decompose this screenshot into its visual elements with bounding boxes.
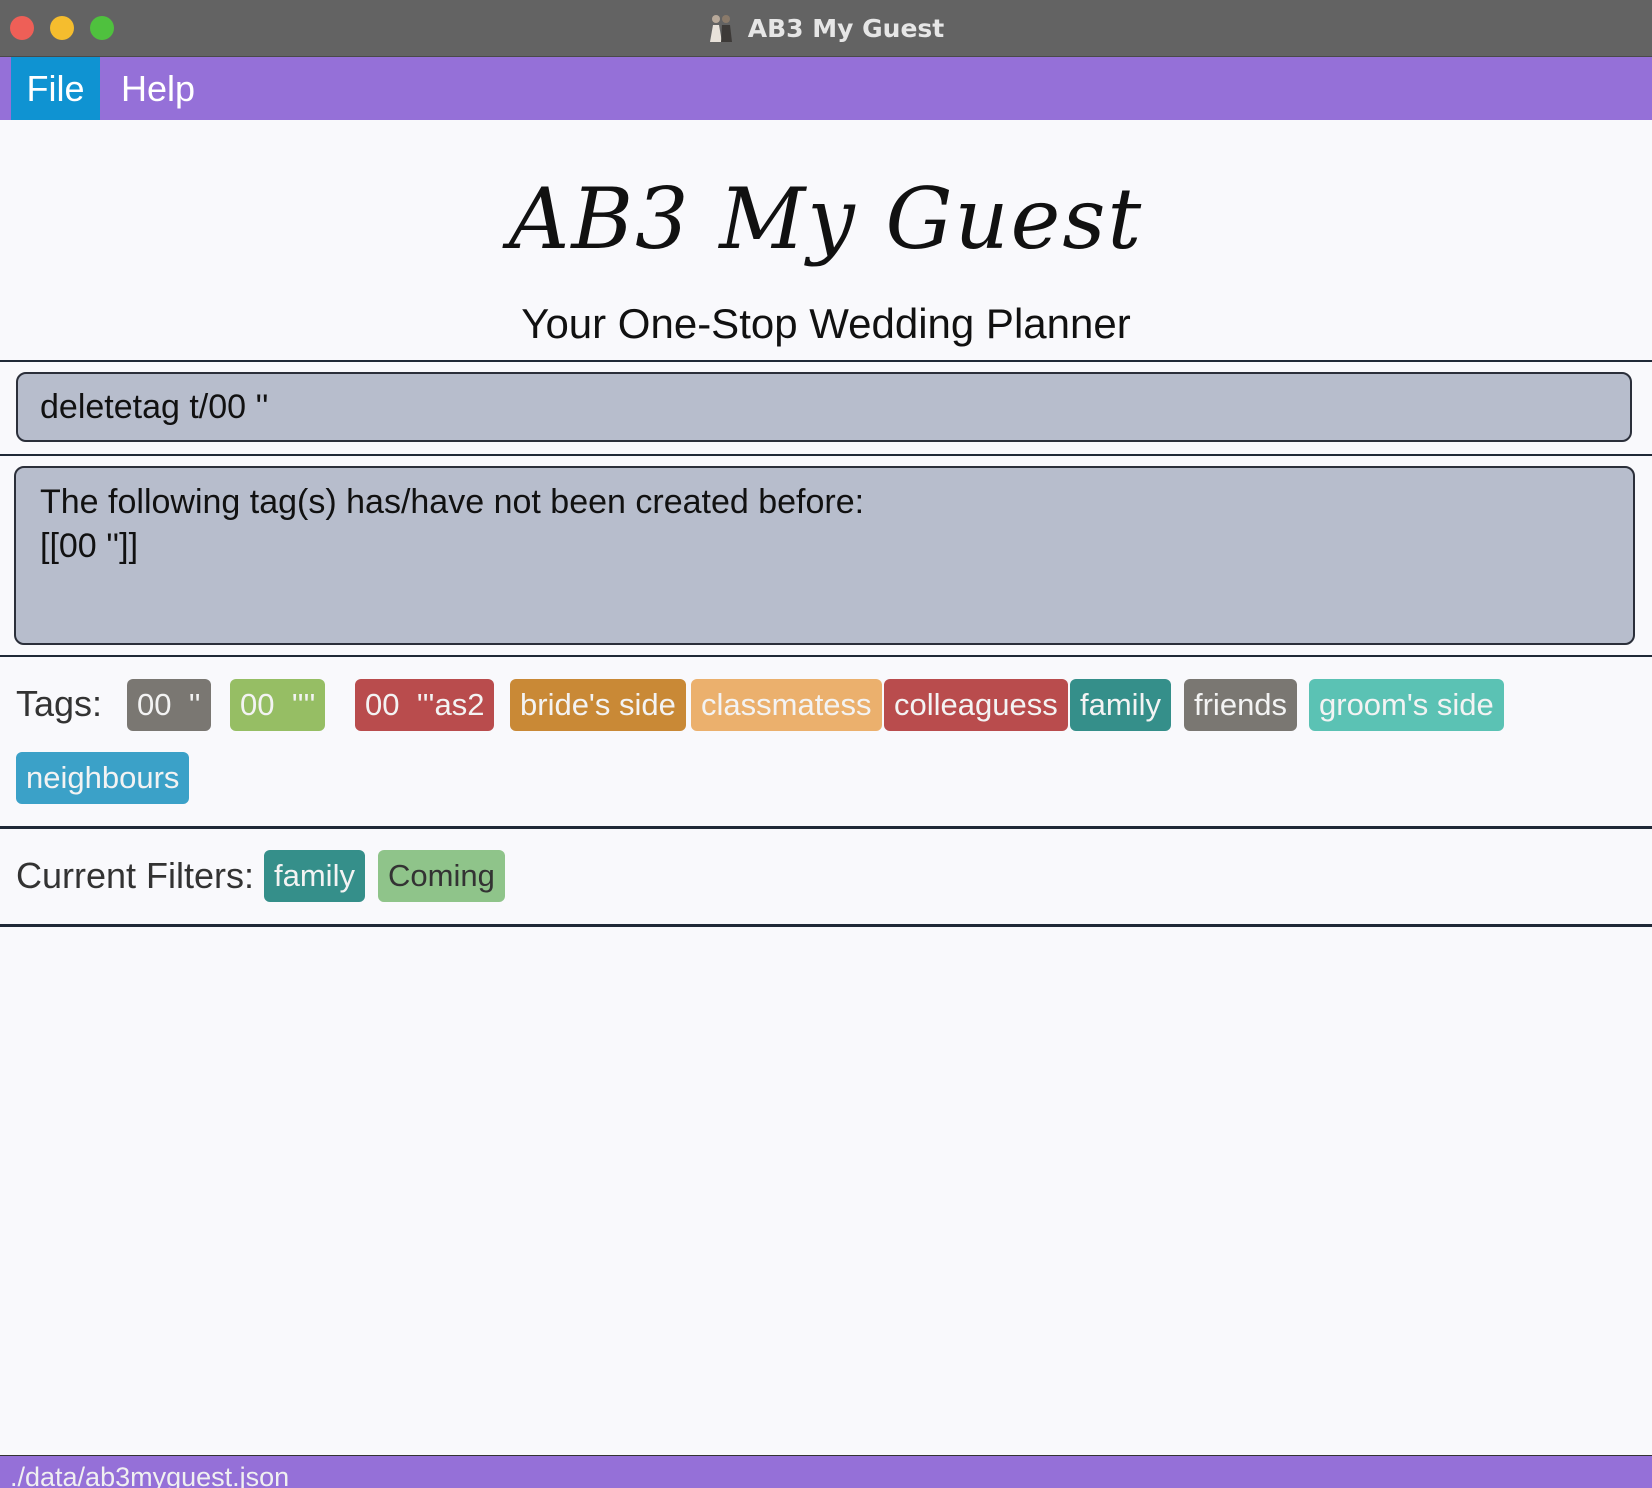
app-subtitle: Your One-Stop Wedding Planner bbox=[521, 300, 1131, 347]
status-bar: ./data/ab3myguest.json bbox=[0, 1455, 1652, 1488]
divider bbox=[0, 454, 1652, 456]
tag-chip[interactable]: family bbox=[1070, 679, 1171, 731]
tag-chip[interactable]: friends bbox=[1184, 679, 1298, 731]
tag-chip[interactable]: groom's side bbox=[1309, 679, 1504, 731]
menu-bar: File Help bbox=[0, 57, 1652, 120]
divider bbox=[0, 360, 1652, 362]
save-file-path: ./data/ab3myguest.json bbox=[10, 1462, 290, 1488]
tag-chip[interactable]: 00 '' bbox=[127, 679, 211, 731]
filter-chip[interactable]: family bbox=[264, 850, 365, 902]
tag-chip[interactable]: bride's side bbox=[510, 679, 686, 731]
app-window: AB3 My Guest File Help AB3 My Guest Your… bbox=[0, 0, 1652, 1488]
tag-chip[interactable]: 00 '''as2 bbox=[355, 679, 495, 731]
tag-chip[interactable]: colleaguess bbox=[884, 679, 1068, 731]
couple-icon bbox=[708, 13, 734, 43]
window-title: AB3 My Guest bbox=[747, 13, 945, 43]
guest-list-panel bbox=[0, 927, 1652, 1455]
window-title-wrap: AB3 My Guest bbox=[0, 0, 1652, 56]
divider bbox=[0, 655, 1652, 657]
command-input[interactable] bbox=[16, 372, 1632, 442]
app-logo: AB3 My Guest bbox=[508, 170, 1144, 268]
menu-file[interactable]: File bbox=[11, 57, 100, 120]
filters-label: Current Filters: bbox=[16, 855, 255, 896]
filter-chip[interactable]: Coming bbox=[378, 850, 505, 902]
tag-chip[interactable]: neighbours bbox=[16, 752, 190, 804]
tag-chip[interactable]: classmatess bbox=[691, 679, 882, 731]
result-display: The following tag(s) has/have not been c… bbox=[14, 466, 1635, 645]
title-bar: AB3 My Guest bbox=[0, 0, 1652, 57]
tag-chip[interactable]: 00 '''' bbox=[230, 679, 326, 731]
menu-help[interactable]: Help bbox=[121, 57, 195, 120]
tags-label: Tags: bbox=[16, 683, 103, 724]
divider bbox=[0, 826, 1652, 829]
